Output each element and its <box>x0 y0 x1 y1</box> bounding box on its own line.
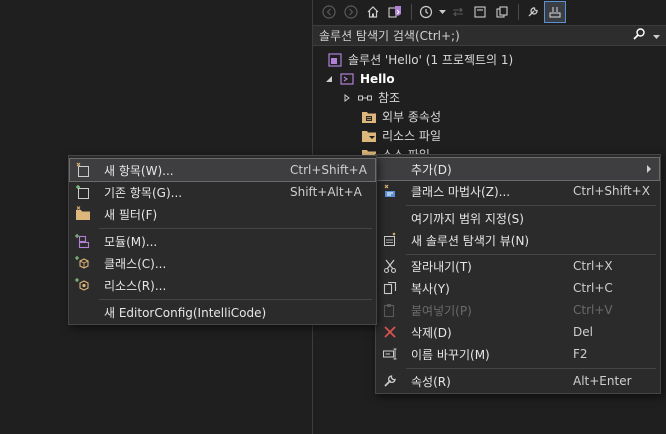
menu-separator <box>99 299 372 300</box>
copy-icon <box>382 280 398 296</box>
tree-item-label: Hello <box>360 71 395 86</box>
delete-x-icon <box>382 324 398 340</box>
menu-item-resource[interactable]: 리소스(R)... <box>70 274 375 296</box>
new-item-icon <box>75 162 91 178</box>
menu-item-paste[interactable]: 붙여넣기(P) Ctrl+V <box>377 299 659 321</box>
tree-item-external-dependencies[interactable]: 외부 종속성 <box>361 107 441 126</box>
tree-item-references[interactable]: 참조 <box>341 88 400 107</box>
switch-views-icon[interactable] <box>385 2 405 22</box>
search-icon[interactable] <box>632 27 646 44</box>
menu-item-cut[interactable]: 잘라내기(T) Ctrl+X <box>377 255 659 277</box>
class-icon <box>75 255 91 271</box>
tree-item-label: 참조 <box>378 91 401 105</box>
menu-item-rename[interactable]: 이름 바꾸기(M) F2 <box>377 343 659 365</box>
solution-explorer-search-box[interactable]: 솔루션 탐색기 검색(Ctrl+;) <box>313 25 666 46</box>
collapsed-arrow-icon[interactable] <box>341 90 353 106</box>
forward-icon[interactable] <box>341 2 361 22</box>
menu-item-new-item[interactable]: 새 항목(W)... Ctrl+Shift+A <box>69 158 376 182</box>
rename-icon <box>382 346 398 362</box>
external-dependencies-icon <box>361 109 377 125</box>
collapse-all-icon[interactable] <box>470 2 490 22</box>
search-options-chevron-icon[interactable] <box>653 29 660 43</box>
new-view-icon <box>382 232 398 248</box>
context-menu: 추가(D) 클래스 마법사(Z)... Ctrl+Shift+X 여기까지 범위… <box>375 154 661 394</box>
new-filter-folder-icon <box>75 206 91 222</box>
cpp-project-icon <box>339 71 355 87</box>
expanded-arrow-icon[interactable] <box>323 71 335 87</box>
menu-item-scope-to-this[interactable]: 여기까지 범위 지정(S) <box>377 207 659 229</box>
toolbar-separator <box>411 4 412 20</box>
menu-item-add[interactable]: 추가(D) <box>376 157 660 181</box>
existing-item-icon <box>75 184 91 200</box>
module-icon <box>75 233 91 249</box>
references-icon <box>357 90 373 106</box>
add-submenu: 새 항목(W)... Ctrl+Shift+A 기존 항목(G)... Shif… <box>68 155 377 325</box>
menu-item-class[interactable]: 클래스(C)... <box>70 252 375 274</box>
resource-icon <box>75 277 91 293</box>
scissors-icon <box>382 258 398 274</box>
class-wizard-icon <box>382 183 398 199</box>
paste-icon <box>382 302 398 318</box>
menu-item-new-editorconfig[interactable]: 새 EditorConfig(IntelliCode) <box>70 301 375 323</box>
preview-selected-items-icon[interactable] <box>544 1 566 23</box>
menu-item-new-filter[interactable]: 새 필터(F) <box>70 203 375 225</box>
menu-separator <box>99 228 372 229</box>
menu-item-copy[interactable]: 복사(Y) Ctrl+C <box>377 277 659 299</box>
submenu-arrow-icon <box>647 165 651 173</box>
toolbar-separator <box>518 4 519 20</box>
tree-item-label: 외부 종속성 <box>382 110 442 124</box>
pending-changes-filter-icon[interactable] <box>416 2 436 22</box>
menu-item-class-wizard[interactable]: 클래스 마법사(Z)... Ctrl+Shift+X <box>377 180 659 202</box>
menu-item-properties[interactable]: 속성(R) Alt+Enter <box>377 370 659 392</box>
search-input[interactable]: 솔루션 탐색기 검색(Ctrl+;) <box>319 27 632 44</box>
wrench-icon <box>382 373 398 389</box>
menu-item-module[interactable]: 모듈(M)... <box>70 230 375 252</box>
tree-item-resource-files[interactable]: 리소스 파일 <box>361 126 441 145</box>
menu-item-new-solution-explorer-view[interactable]: 새 솔루션 탐색기 뷰(N) <box>377 229 659 251</box>
solution-explorer-toolbar <box>313 0 666 24</box>
tree-item-solution[interactable]: 솔루션 'Hello' (1 프로젝트의 1) <box>327 50 513 69</box>
home-icon[interactable] <box>363 2 383 22</box>
properties-wrench-icon[interactable] <box>523 2 543 22</box>
tree-item-project[interactable]: Hello <box>323 69 395 88</box>
sync-with-active-document-icon[interactable] <box>448 2 468 22</box>
tree-item-label: 리소스 파일 <box>382 129 442 143</box>
menu-item-existing-item[interactable]: 기존 항목(G)... Shift+Alt+A <box>70 181 375 203</box>
menu-separator <box>406 205 656 206</box>
solution-icon <box>327 52 343 68</box>
menu-item-delete[interactable]: 삭제(D) Del <box>377 321 659 343</box>
show-all-files-icon[interactable] <box>492 2 512 22</box>
tree-item-label: 솔루션 'Hello' (1 프로젝트의 1) <box>348 53 514 67</box>
filter-folder-icon <box>361 128 377 144</box>
menu-separator <box>406 368 656 369</box>
chevron-down-icon[interactable] <box>438 2 446 22</box>
back-icon[interactable] <box>319 2 339 22</box>
